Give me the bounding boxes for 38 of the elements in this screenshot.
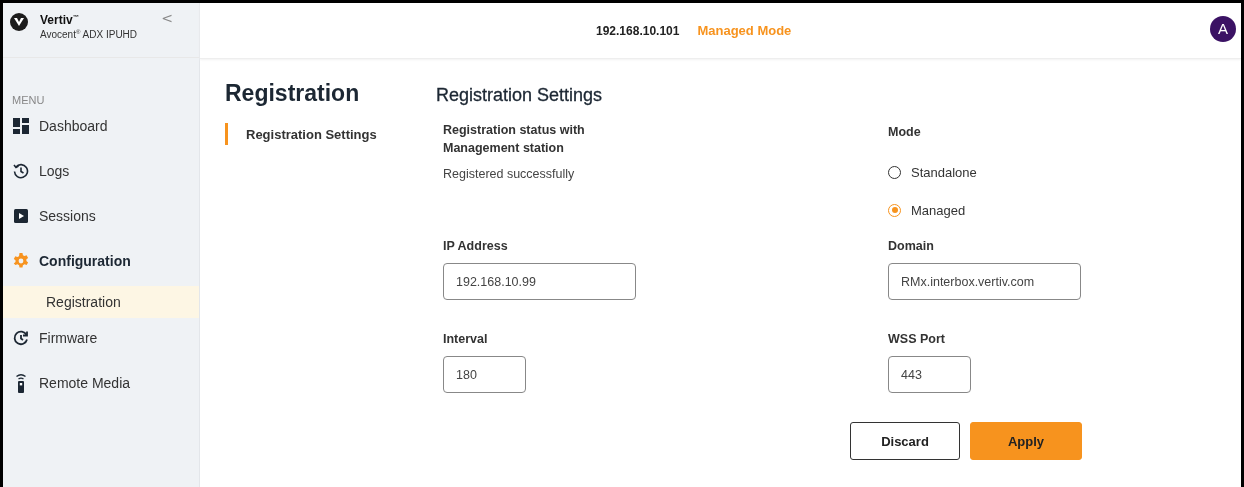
page-title: Registration [225, 80, 361, 107]
mode-status: Managed Mode [697, 23, 792, 38]
status-label: Registration status with Management station [443, 122, 586, 157]
logo-icon [10, 13, 28, 31]
ip-address: 192.168.10.101 [596, 23, 680, 38]
input-field[interactable]: 180 [443, 356, 526, 393]
sidebar-subitem[interactable]: Registration [3, 286, 199, 318]
discard-button[interactable]: Discard [850, 422, 960, 460]
radio-label[interactable]: Managed [911, 202, 966, 218]
play-icon [14, 208, 28, 223]
field-label: IP Address [443, 238, 509, 255]
brand-name: Vertiv$^{™}$ [40, 12, 80, 26]
apply-button[interactable]: Apply [970, 422, 1082, 460]
refresh-icon [13, 329, 29, 346]
sidebar-item[interactable]: Configuration [3, 238, 199, 283]
sidebar-item[interactable]: Dashboard [3, 103, 199, 148]
sidebar-item[interactable]: Logs [3, 148, 199, 193]
history-icon [13, 162, 29, 179]
radio-label[interactable]: Standalone [911, 164, 977, 180]
sidebar-item[interactable]: Remote Media [3, 360, 199, 405]
input-field[interactable]: RMx.interbox.vertiv.com [888, 263, 1081, 300]
gear-icon [13, 252, 29, 269]
section-title: Registration Settings [436, 85, 604, 107]
dashboard-icon [13, 117, 29, 134]
sidebar-item[interactable]: Sessions [3, 193, 199, 238]
remote-icon [15, 372, 27, 393]
avatar[interactable]: A [1210, 15, 1236, 42]
input-field[interactable]: 443 [888, 356, 971, 393]
menu-label: MENU [11, 93, 46, 103]
section-nav-item[interactable]: Registration Settings [225, 123, 436, 145]
status-value: Registered successfully [443, 167, 576, 181]
input-field[interactable]: 192.168.10.99 [443, 263, 636, 300]
mode-label: Mode [888, 124, 922, 141]
field-label: Interval [443, 331, 489, 348]
product-name: Avocent$^{®}$ ADX IPUHD [40, 28, 138, 42]
field-label: Domain [888, 238, 935, 255]
sidebar-item[interactable]: Firmware [3, 315, 199, 360]
field-label: WSS Port [888, 331, 946, 348]
